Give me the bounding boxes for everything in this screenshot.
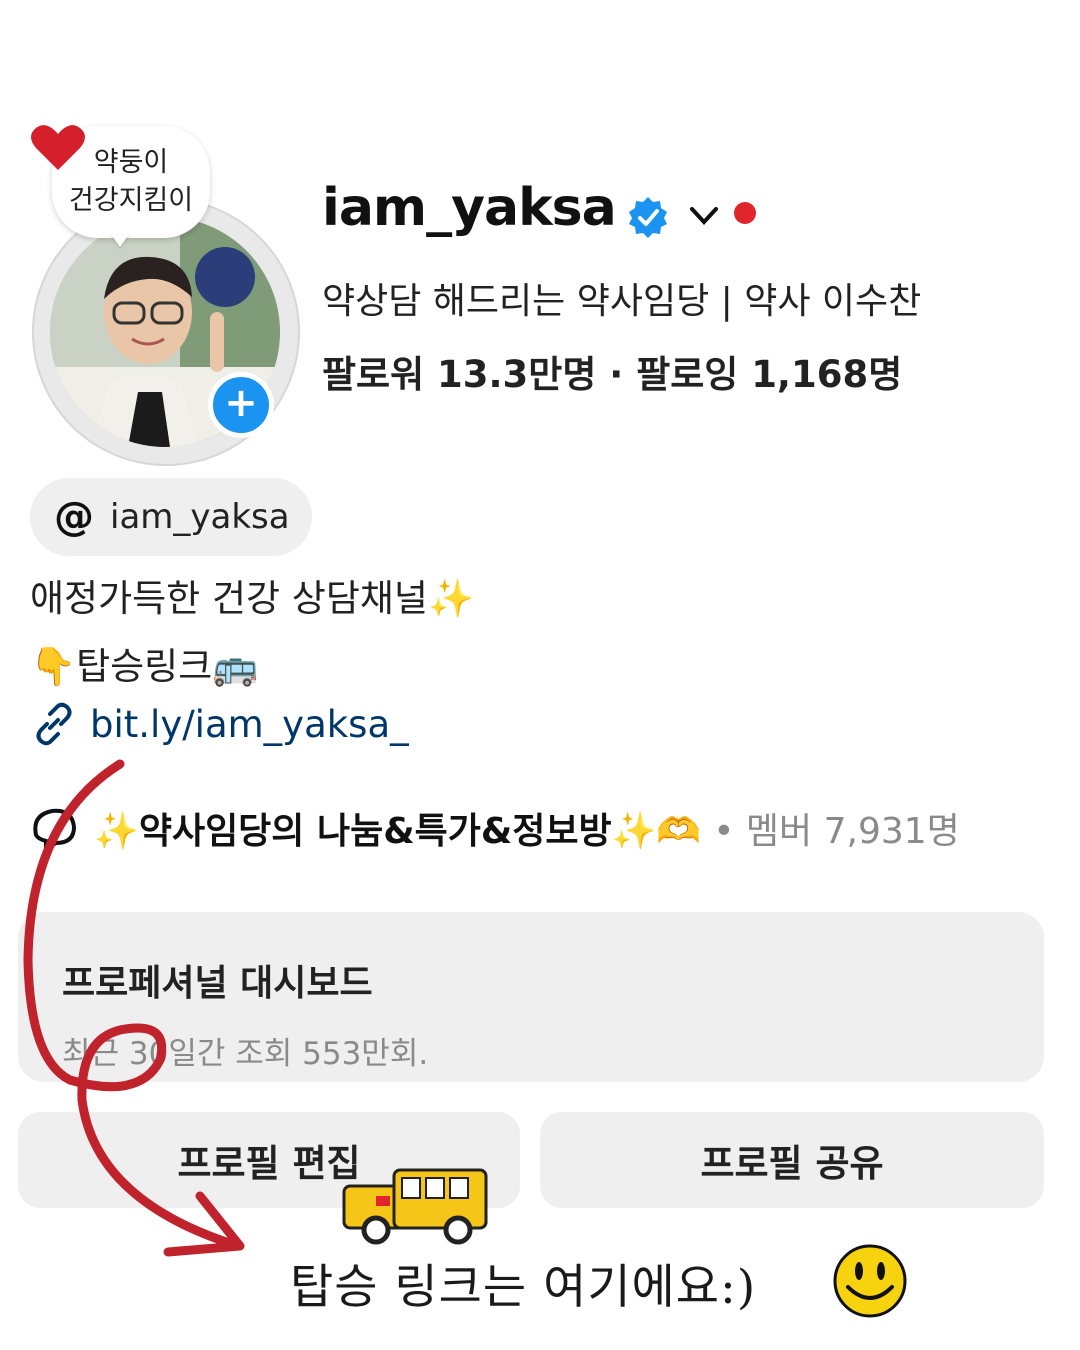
threads-badge[interactable]: @ iam_yaksa [30, 478, 312, 556]
bio-link-text[interactable]: bit.ly/iam_yaksa_ [90, 703, 409, 746]
bio-line-2: 👇탑승링크🚌 [30, 645, 259, 688]
chevron-down-icon[interactable] [686, 197, 722, 233]
username: iam_yaksa [322, 178, 617, 238]
threads-handle: iam_yaksa [110, 497, 290, 537]
broadcast-channel[interactable]: ✨약사임당의 나눔&특가&정보방✨🫶 • 멤버 7,931명 [30, 802, 960, 854]
verified-badge-icon [629, 197, 667, 238]
channel-name: ✨약사임당의 나눔&특가&정보방✨🫶 [94, 811, 702, 852]
caption-text: 탑승 링크는 여기에요:) [290, 1260, 757, 1315]
sticker-line-2: 건강지킴이 [68, 185, 194, 216]
smiley-face-icon [833, 1244, 907, 1318]
sticker-line-1: 약둥이 [93, 147, 169, 178]
channel-icon [33, 808, 77, 851]
sticker-bubble-tail [110, 233, 130, 247]
notification-dot [734, 202, 756, 224]
profile-category: 약상담 해드리는 약사임당 | 약사 이수찬 [322, 281, 922, 322]
professional-dashboard[interactable]: 프로페셔널 대시보드 최근 30일간 조회 553만회. [18, 912, 1044, 1082]
add-story-button[interactable]: + [208, 372, 274, 438]
link-icon [36, 702, 72, 746]
bio-link[interactable]: bit.ly/iam_yaksa_ [30, 700, 409, 748]
follow-stats[interactable]: 팔로워 13.3만명 · 팔로잉 1,168명 [322, 344, 902, 398]
heart-icon [31, 125, 85, 170]
channel-members: • 멤버 7,931명 [713, 811, 960, 852]
dashboard-subtitle: 최근 30일간 조회 553만회. [62, 1036, 429, 1072]
dashboard-title: 프로페셔널 대시보드 [62, 963, 373, 1004]
share-profile-button[interactable]: 프로필 공유 [540, 1112, 1044, 1208]
school-bus-icon [342, 1168, 488, 1245]
bio-line-1: 애정가득한 건강 상담채널✨ [30, 577, 475, 620]
threads-icon: @ [54, 494, 94, 540]
